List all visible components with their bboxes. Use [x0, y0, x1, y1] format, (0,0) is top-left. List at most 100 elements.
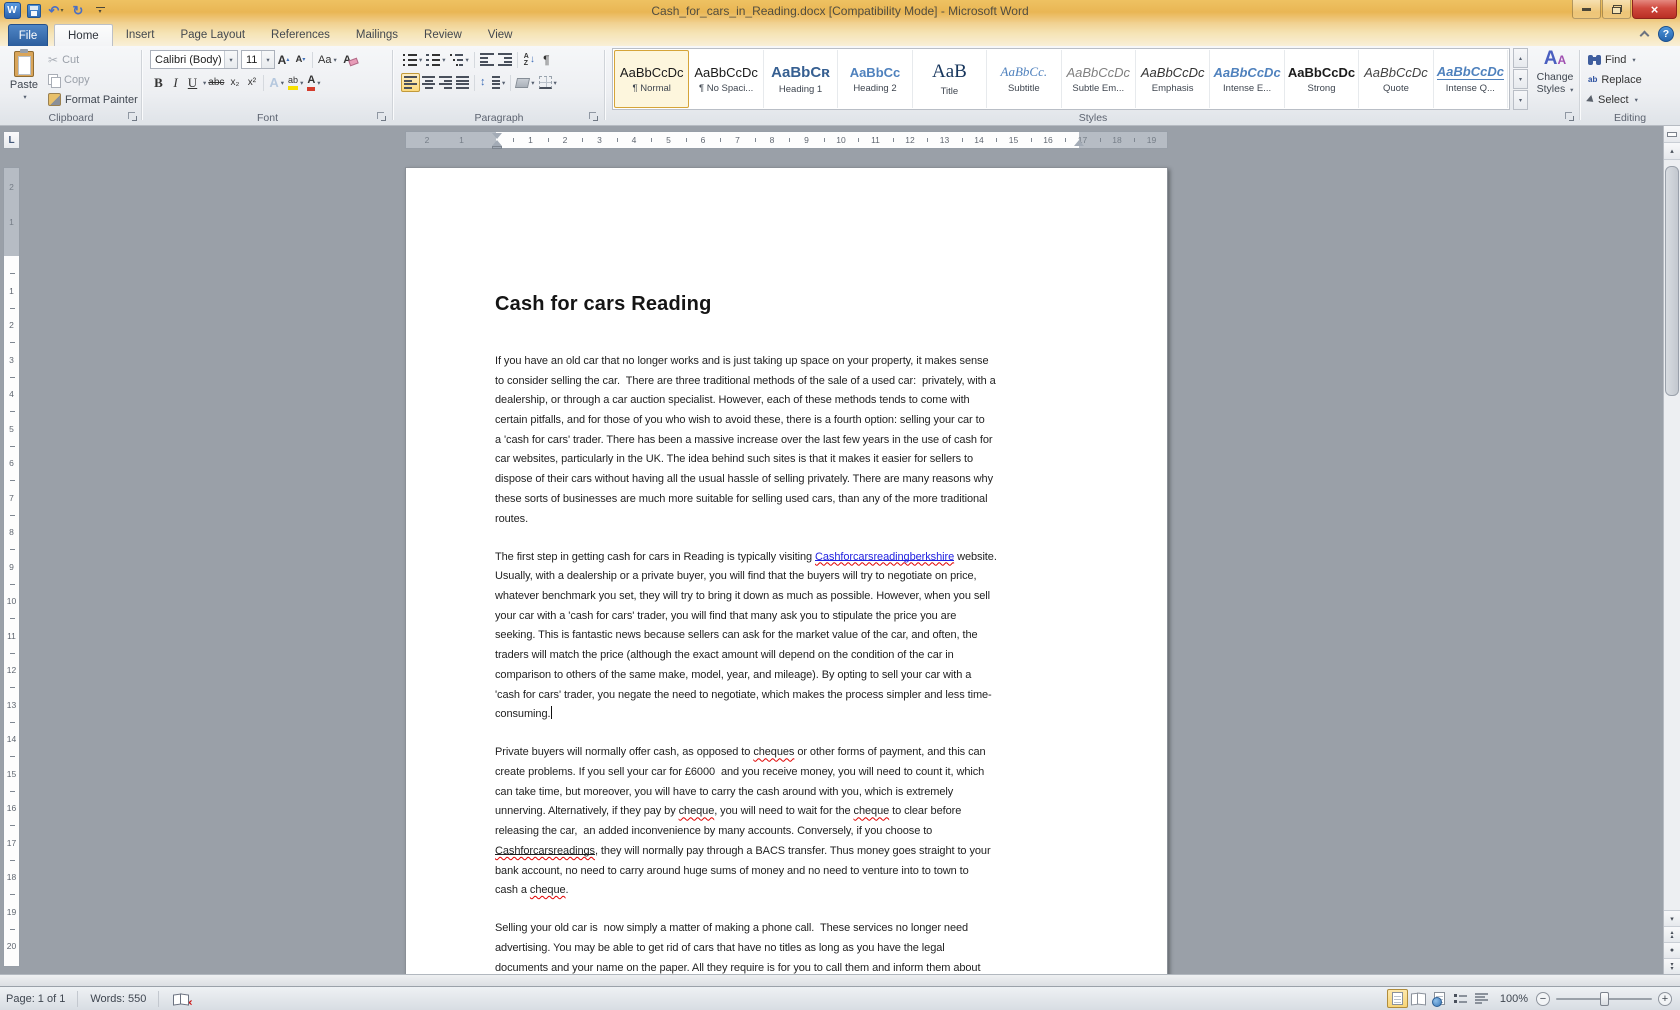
grow-font-button[interactable]: A▴ [275, 50, 292, 69]
cut-button[interactable]: ✂Cut [48, 51, 138, 68]
minimize-button[interactable] [1572, 0, 1601, 19]
document-page[interactable]: Cash for cars Reading If you have an old… [405, 167, 1168, 974]
restore-button[interactable] [1602, 0, 1631, 19]
italic-button[interactable]: I [167, 73, 184, 92]
align-right-button[interactable] [437, 73, 454, 92]
chevron-down-icon[interactable]: ▾ [261, 51, 274, 68]
style-subtleem[interactable]: AaBbCcDcSubtle Em... [1062, 50, 1136, 108]
tab-references[interactable]: References [258, 24, 343, 46]
paste-dropdown[interactable]: ▾ [23, 93, 26, 101]
change-styles-button[interactable]: AA ChangeStyles ▾ [1532, 48, 1578, 114]
paragraph-dialog-launcher[interactable] [589, 112, 599, 122]
view-web-layout-button[interactable] [1429, 989, 1450, 1008]
vertical-scrollbar[interactable]: ▴ ▾ ▴▴ ● ▾▾ [1663, 126, 1680, 974]
tab-file[interactable]: File [8, 24, 48, 46]
shrink-font-button[interactable]: A▾ [292, 50, 309, 69]
view-fullscreen-reading-button[interactable] [1408, 989, 1429, 1008]
scroll-down-button[interactable]: ▾ [1664, 910, 1680, 926]
superscript-button[interactable]: x² [243, 73, 260, 92]
document-body[interactable]: Cash for cars Reading If you have an old… [495, 293, 1135, 974]
style-h1[interactable]: AaBbCʀHeading 1 [764, 50, 838, 108]
align-center-button[interactable] [420, 73, 437, 92]
replace-button[interactable]: abReplace [1588, 71, 1642, 89]
align-left-button[interactable] [401, 73, 420, 92]
tab-page-layout[interactable]: Page Layout [167, 24, 258, 46]
highlight-button[interactable]: ab▾ [286, 73, 305, 92]
proofing-errors-button[interactable]: × [165, 987, 195, 1010]
zoom-slider-handle[interactable] [1600, 992, 1609, 1006]
select-button[interactable]: Select▾ [1588, 91, 1638, 109]
view-outline-button[interactable] [1450, 989, 1471, 1008]
tab-view[interactable]: View [475, 24, 526, 46]
style-normal[interactable]: AaBbCcDc¶ Normal [614, 50, 689, 108]
zoom-out-button[interactable]: − [1536, 992, 1550, 1006]
font-family-combobox[interactable]: Calibri (Body)▾ [150, 50, 238, 69]
format-painter-button[interactable]: Format Painter [48, 91, 138, 108]
multilevel-list-button[interactable]: ▾ [448, 50, 471, 69]
bold-button[interactable]: B [150, 73, 167, 92]
close-button[interactable]: × [1632, 0, 1677, 19]
gallery-scroll-up-button[interactable]: ▴ [1513, 48, 1528, 68]
left-indent-marker[interactable] [492, 146, 502, 149]
tab-insert[interactable]: Insert [113, 24, 168, 46]
style-intensee[interactable]: AaBbCcDcIntense E... [1210, 50, 1284, 108]
line-spacing-button[interactable]: ↕▾ [478, 73, 507, 92]
increase-indent-button[interactable] [496, 50, 514, 69]
first-line-indent-marker[interactable] [492, 133, 502, 139]
hyperlink[interactable]: Cashforcarsreadingberkshire [815, 551, 954, 563]
style-strong[interactable]: AaBbCcDcStrong [1285, 50, 1359, 108]
zoom-in-button[interactable]: + [1658, 992, 1672, 1006]
font-size-combobox[interactable]: 11▾ [241, 50, 275, 69]
styles-dialog-launcher[interactable] [1565, 112, 1575, 122]
help-button[interactable]: ? [1658, 26, 1674, 42]
previous-page-button[interactable]: ▴▴ [1664, 926, 1680, 942]
clear-formatting-button[interactable]: A [339, 50, 356, 69]
gallery-more-button[interactable]: ▾ [1513, 90, 1528, 110]
view-print-layout-button[interactable] [1387, 989, 1408, 1008]
style-subtitle[interactable]: AaBbCc.Subtitle [987, 50, 1061, 108]
zoom-slider[interactable] [1556, 992, 1652, 1006]
tab-mailings[interactable]: Mailings [343, 24, 411, 46]
chevron-down-icon[interactable]: ▾ [224, 51, 237, 68]
right-indent-marker[interactable] [1074, 140, 1084, 146]
sort-button[interactable]: AZ↓ [521, 50, 538, 69]
style-intenseq[interactable]: AaBbCcDcIntense Q... [1434, 50, 1508, 108]
gallery-scroll-down-button[interactable]: ▾ [1513, 69, 1528, 89]
tab-review[interactable]: Review [411, 24, 475, 46]
horizontal-scrollbar[interactable] [0, 974, 1680, 986]
bullets-button[interactable]: ▾ [401, 50, 424, 69]
style-title[interactable]: AaBTitle [913, 50, 987, 108]
change-case-button[interactable]: Aa▾ [316, 50, 339, 69]
tab-home[interactable]: Home [54, 24, 113, 46]
font-color-button[interactable]: A▾ [305, 73, 322, 92]
style-quote[interactable]: AaBbCcDcQuote [1359, 50, 1433, 108]
scroll-up-button[interactable]: ▴ [1664, 143, 1680, 160]
decrease-indent-button[interactable] [478, 50, 496, 69]
borders-button[interactable]: ▾ [537, 73, 559, 92]
find-button[interactable]: Find▾ [1588, 51, 1636, 69]
style-h2[interactable]: AaBbCcHeading 2 [838, 50, 912, 108]
clipboard-dialog-launcher[interactable] [128, 112, 138, 122]
minimize-ribbon-button[interactable] [1636, 26, 1652, 42]
numbering-button[interactable]: ▾ [424, 50, 447, 69]
text-effects-button[interactable]: A▾ [267, 73, 286, 92]
word-count-indicator[interactable]: Words: 550 [84, 987, 152, 1010]
justify-button[interactable] [454, 73, 471, 92]
font-dialog-launcher[interactable] [377, 112, 387, 122]
paste-button[interactable]: Paste ▾ [6, 49, 42, 115]
show-hide-marks-button[interactable]: ¶ [538, 50, 555, 69]
style-nospacing[interactable]: AaBbCcDc¶ No Spaci... [689, 50, 763, 108]
subscript-button[interactable]: x₂ [226, 73, 243, 92]
shading-button[interactable]: ▾ [514, 73, 536, 92]
next-page-button[interactable]: ▾▾ [1664, 958, 1680, 974]
style-emphasis[interactable]: AaBbCcDcEmphasis [1136, 50, 1210, 108]
view-draft-button[interactable] [1471, 989, 1492, 1008]
page-number-indicator[interactable]: Page: 1 of 1 [0, 987, 71, 1010]
underline-button[interactable]: U [184, 73, 201, 92]
strikethrough-button[interactable]: abc [206, 73, 226, 92]
copy-button[interactable]: Copy [48, 71, 138, 88]
vertical-scrollbar-thumb[interactable] [1665, 166, 1679, 396]
tab-stop-selector[interactable]: L [3, 131, 20, 149]
view-ruler-toggle-button[interactable] [1664, 126, 1680, 143]
select-browse-object-button[interactable]: ● [1664, 942, 1680, 958]
